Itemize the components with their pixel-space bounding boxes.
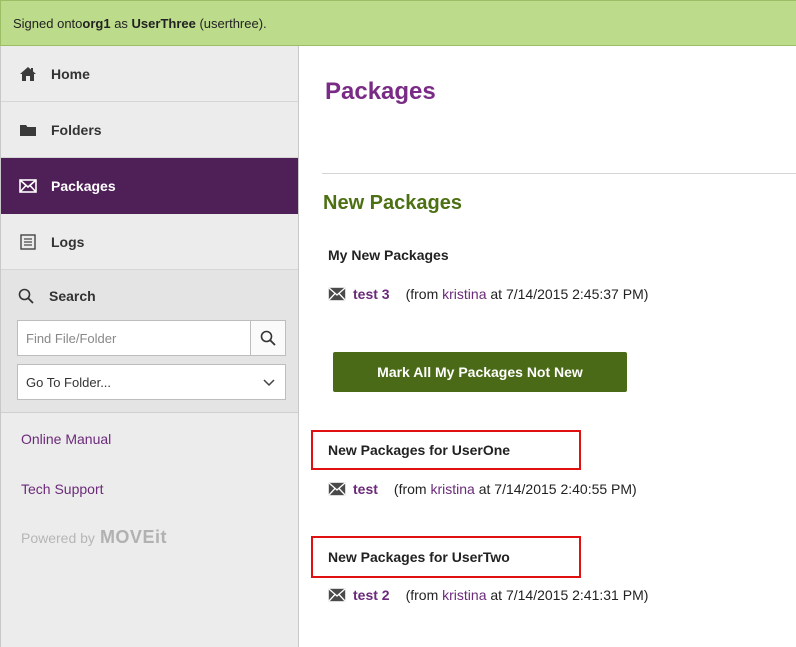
search-icon — [260, 330, 276, 346]
powered-by: Powered by MOVEit — [21, 527, 298, 548]
section-title: New Packages — [323, 192, 462, 214]
package-timestamp: at 7/14/2015 2:41:31 PM) — [486, 587, 649, 603]
user-display-name: UserThree — [131, 15, 196, 31]
search-heading: Search — [17, 280, 286, 312]
go-to-folder-value: Go To Folder... — [26, 374, 112, 390]
envelope-icon — [328, 588, 346, 602]
sign-on-as: as — [110, 15, 132, 31]
divider — [322, 173, 796, 174]
sidebar-item-home[interactable]: Home — [1, 46, 298, 102]
sign-on-prefix: Signed onto — [13, 15, 83, 31]
org-name: org1 — [82, 15, 111, 31]
folder-icon — [19, 121, 37, 139]
package-row: test (from kristina at 7/14/2015 2:40:55… — [328, 481, 637, 497]
search-title-label: Search — [49, 288, 96, 304]
sidebar-item-label: Packages — [51, 177, 116, 194]
online-manual-link[interactable]: Online Manual — [21, 431, 298, 447]
usertwo-packages-heading: New Packages for UserTwo — [328, 549, 510, 565]
user-login: (userthree). — [195, 15, 267, 31]
moveit-logo: MOVEit — [99, 527, 167, 547]
chevron-down-icon — [263, 375, 275, 390]
my-new-packages-heading: My New Packages — [328, 247, 449, 263]
search-icon — [17, 287, 35, 305]
package-link[interactable]: test 2 — [353, 587, 390, 603]
search-row — [17, 320, 286, 356]
package-timestamp: at 7/14/2015 2:45:37 PM) — [486, 286, 649, 302]
logs-icon — [19, 233, 37, 251]
sender-link[interactable]: kristina — [442, 286, 486, 302]
package-from-prefix: (from — [393, 481, 431, 497]
sidebar-item-label: Logs — [51, 233, 85, 250]
powered-by-label: Powered by — [21, 529, 95, 546]
sender-link[interactable]: kristina — [442, 587, 486, 603]
package-row: test 3 (from kristina at 7/14/2015 2:45:… — [328, 286, 648, 302]
envelope-icon — [19, 177, 37, 195]
sidebar-links: Online Manual Tech Support Powered by MO… — [1, 413, 298, 548]
mark-all-not-new-button[interactable]: Mark All My Packages Not New — [333, 352, 627, 392]
search-input[interactable] — [17, 320, 250, 356]
userone-packages-heading: New Packages for UserOne — [328, 442, 511, 458]
package-from-prefix: (from — [405, 587, 443, 603]
sidebar-item-logs[interactable]: Logs — [1, 214, 298, 270]
main-content: Packages New Packages My New Packages te… — [300, 46, 796, 647]
sender-link[interactable]: kristina — [430, 481, 474, 497]
package-timestamp: at 7/14/2015 2:40:55 PM) — [474, 481, 637, 497]
package-from-prefix: (from — [405, 286, 443, 302]
go-to-folder-select[interactable]: Go To Folder... — [17, 364, 286, 400]
sidebar-item-packages[interactable]: Packages — [1, 158, 298, 214]
envelope-icon — [328, 287, 346, 301]
sidebar: Home Folders Packages Logs Search Find F… — [0, 46, 299, 647]
package-link[interactable]: test — [353, 481, 378, 497]
envelope-icon — [328, 482, 346, 496]
package-link[interactable]: test 3 — [353, 286, 390, 302]
sidebar-item-label: Home — [51, 65, 90, 82]
home-icon — [19, 65, 37, 83]
page-title: Packages — [325, 78, 436, 105]
tech-support-link[interactable]: Tech Support — [21, 481, 298, 497]
sidebar-item-folders[interactable]: Folders — [1, 102, 298, 158]
sidebar-item-label: Folders — [51, 121, 102, 138]
package-row: test 2 (from kristina at 7/14/2015 2:41:… — [328, 587, 648, 603]
search-panel: Search Go To Folder... — [1, 270, 298, 413]
search-button[interactable] — [250, 320, 286, 356]
sign-on-status-bar: Signed onto org1 as UserThree (userthree… — [0, 0, 796, 46]
